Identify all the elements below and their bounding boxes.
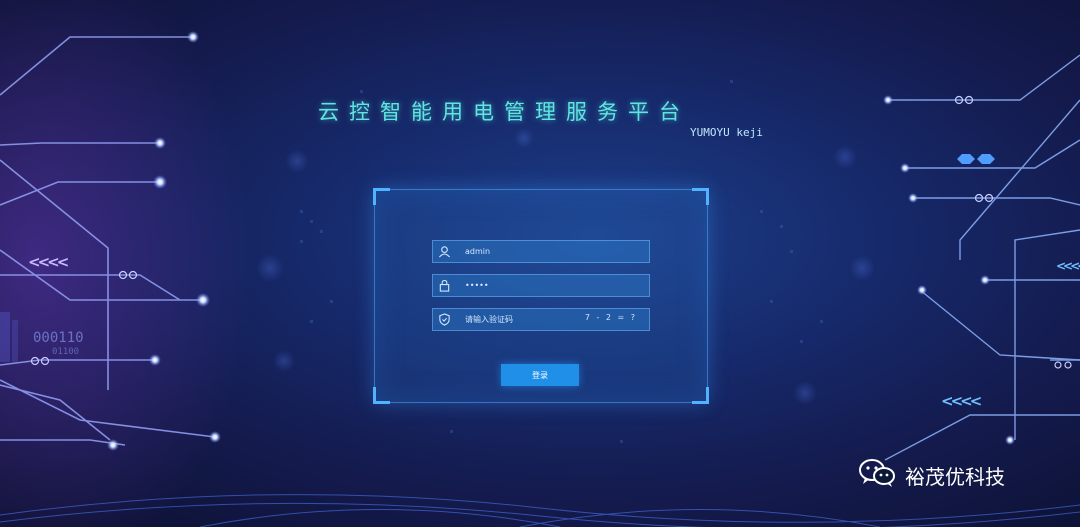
binary-text-top: 000110	[33, 330, 84, 346]
password-input[interactable]	[455, 276, 649, 295]
watermark-text: 裕茂优科技	[905, 464, 1005, 489]
lock-icon	[433, 275, 455, 296]
captcha-field: 7 - 2 = ?	[432, 308, 650, 331]
panel-corner	[373, 387, 390, 404]
binary-text-bottom: 01100	[52, 347, 80, 357]
right-chevrons-bottom: <<<<	[941, 392, 982, 410]
wechat-icon	[857, 458, 897, 492]
shield-icon	[433, 309, 455, 330]
watermark: 裕茂优科技	[857, 458, 1005, 492]
page-subtitle: YUMOYU keji	[690, 126, 763, 139]
login-panel: 7 - 2 = ? 登录	[373, 188, 709, 404]
page-title: 云控智能用电管理服务平台	[318, 100, 690, 124]
login-button[interactable]: 登录	[501, 364, 579, 386]
password-field	[432, 274, 650, 297]
captcha-code[interactable]: 7 - 2 = ?	[585, 313, 637, 322]
username-field	[432, 240, 650, 263]
panel-corner	[692, 387, 709, 404]
user-icon	[433, 241, 455, 262]
right-chevrons-top: <<<<	[1056, 259, 1080, 273]
username-input[interactable]	[455, 242, 649, 261]
panel-corner	[692, 188, 709, 205]
left-chevrons: <<<<	[28, 253, 69, 271]
panel-corner	[373, 188, 390, 205]
